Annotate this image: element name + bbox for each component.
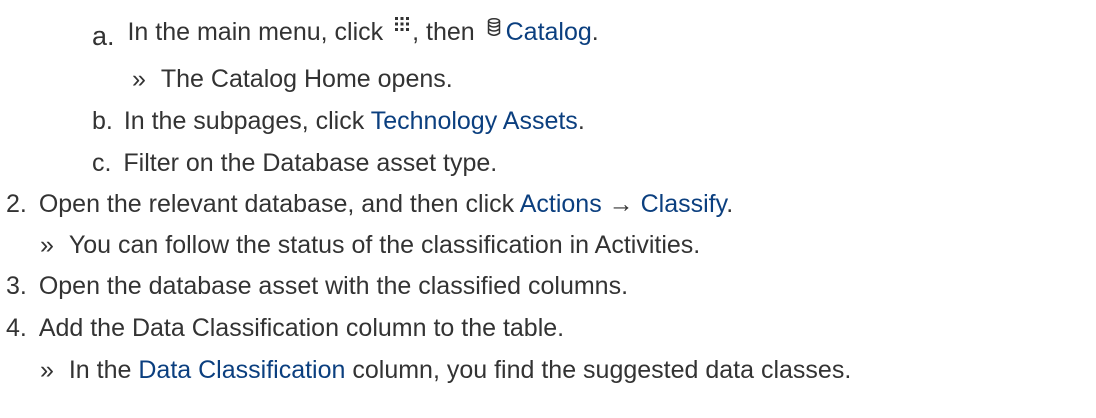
step-marker: a. <box>92 21 115 51</box>
result-text: You can follow the status of the classif… <box>68 231 701 259</box>
ui-term-classify: Classify <box>640 190 727 218</box>
arrow-glyph: → <box>608 190 634 218</box>
ui-term-catalog: Catalog <box>505 18 592 46</box>
ui-term-actions: Actions <box>519 190 602 218</box>
step-marker: c. <box>92 149 112 177</box>
step-text: Open the database asset with the classif… <box>38 272 629 300</box>
result-marker: » <box>40 356 54 384</box>
step-text: . <box>591 18 599 46</box>
ui-term-technology-assets: Technology Assets <box>370 107 578 135</box>
result-text: The Catalog Home opens. <box>160 65 453 93</box>
step-text: In the subpages, click <box>123 107 365 135</box>
result-text: column, you find the suggested data clas… <box>352 356 852 384</box>
grid-menu-icon <box>394 8 410 31</box>
result-text: In the <box>68 356 132 384</box>
step-text: Filter on the Database asset type. <box>123 149 498 177</box>
step-text: . <box>577 107 585 135</box>
result-marker: » <box>132 65 146 93</box>
step-text: Add the Data Classification column to th… <box>38 314 565 342</box>
step-c: c. Filter on the Database asset type. <box>92 148 497 178</box>
database-icon <box>487 13 501 36</box>
step-marker: 4. <box>6 314 27 342</box>
step-2: 2. Open the relevant database, and then … <box>6 189 733 219</box>
step-text: . <box>726 190 734 218</box>
step-a-result: » The Catalog Home opens. <box>132 64 453 94</box>
result-marker: » <box>40 231 54 259</box>
step-marker: b. <box>92 107 113 135</box>
ui-term-data-classification: Data Classification <box>138 356 346 384</box>
step-b: b. In the subpages, click Technology Ass… <box>92 106 585 136</box>
step-text: Open the relevant database, and then cli… <box>38 190 515 218</box>
step-marker: 2. <box>6 190 27 218</box>
step-text: , then <box>412 18 475 46</box>
step-a: a. In the main menu, click , then Catalo… <box>92 8 599 51</box>
step-4-result: » In the Data Classification column, you… <box>40 355 851 385</box>
step-4: 4. Add the Data Classification column to… <box>6 313 564 343</box>
step-3: 3. Open the database asset with the clas… <box>6 271 628 301</box>
step-text: In the main menu, click <box>127 18 384 46</box>
step-2-result: » You can follow the status of the class… <box>40 230 700 260</box>
step-marker: 3. <box>6 272 27 300</box>
